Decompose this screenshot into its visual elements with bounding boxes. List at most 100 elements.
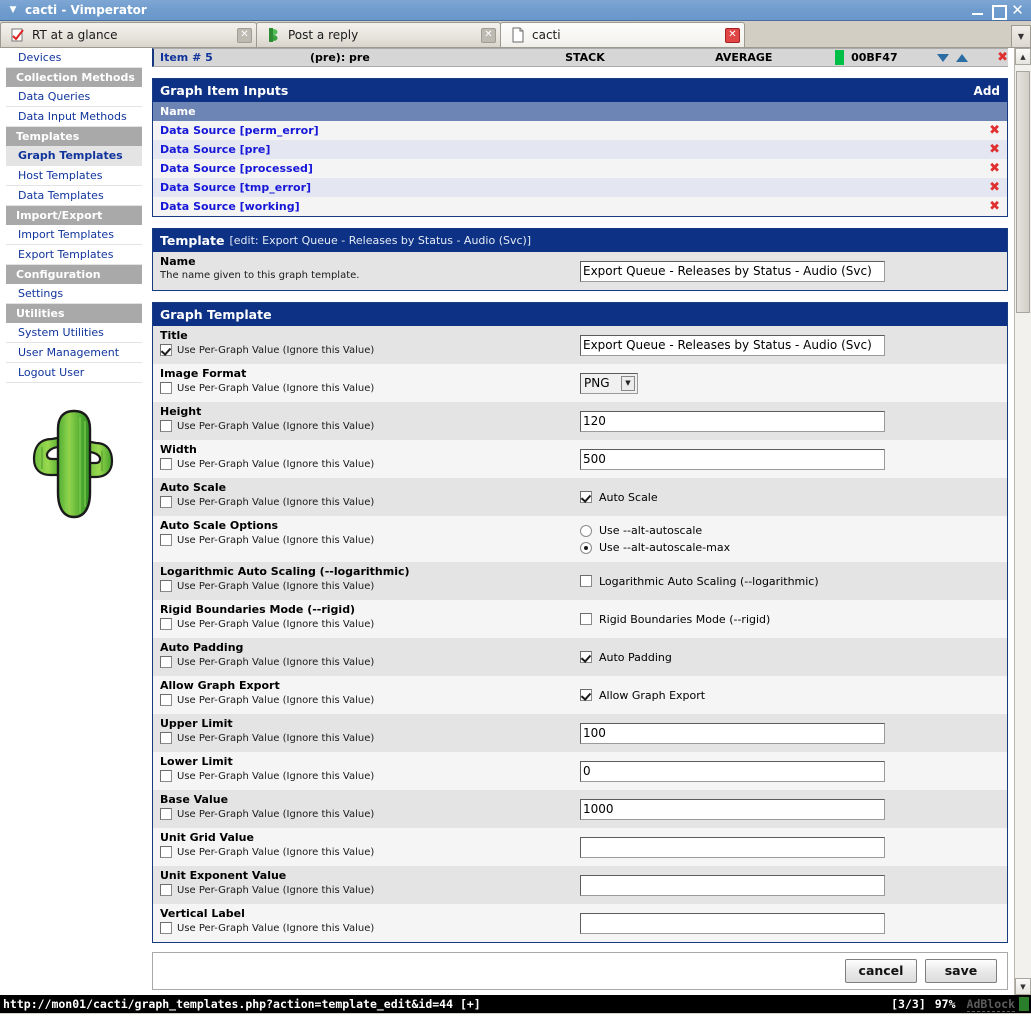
field-label: Rigid Boundaries Mode (--rigid) (160, 603, 356, 616)
field-label: Base Value (160, 793, 229, 806)
sidebar-item-host-templates[interactable]: Host Templates (6, 166, 142, 186)
field-label: Width (160, 443, 197, 456)
sidebar-item-system-utilities[interactable]: System Utilities (6, 323, 142, 343)
delete-x-icon[interactable]: ✖ (989, 143, 1000, 156)
per-graph-value-checkbox[interactable] (160, 770, 172, 782)
sidebar-item-settings[interactable]: Settings (6, 284, 142, 304)
scrollbar-thumb[interactable] (1016, 71, 1030, 313)
data-source-link[interactable]: Data Source [processed] (160, 162, 313, 175)
sidebar-item-data-templates[interactable]: Data Templates (6, 186, 142, 206)
table-row[interactable]: Data Source [tmp_error] ✖ (153, 178, 1007, 197)
sidebar-item-logout-user[interactable]: Logout User (6, 363, 142, 383)
sidebar-item-export-templates[interactable]: Export Templates (6, 245, 142, 265)
tab-cacti[interactable]: cacti ✕ (500, 22, 745, 47)
graph-item-row[interactable]: Item # 5 (pre): pre STACK AVERAGE 00BF47… (152, 48, 1008, 67)
minimize-button[interactable] (971, 4, 984, 17)
adblock-indicator[interactable]: AdBlock (966, 997, 1015, 1012)
image-format-select[interactable]: PNG ▼ (580, 372, 638, 394)
cancel-button[interactable]: cancel (845, 959, 917, 983)
per-graph-value-checkbox[interactable] (160, 534, 172, 546)
sidebar-item-data-input-methods[interactable]: Data Input Methods (6, 107, 142, 127)
delete-x-icon[interactable]: ✖ (997, 51, 1008, 64)
unit-grid-value-input[interactable] (580, 836, 885, 858)
tab-post-a-reply[interactable]: Post a reply ✕ (256, 22, 501, 47)
data-source-link[interactable]: Data Source [working] (160, 200, 300, 213)
per-graph-value-checkbox[interactable] (160, 580, 172, 592)
per-graph-value-checkbox[interactable] (160, 732, 172, 744)
table-row[interactable]: Data Source [working] ✖ (153, 197, 1007, 216)
sidebar-item-data-queries[interactable]: Data Queries (6, 87, 142, 107)
template-panel: Template [edit: Export Queue - Releases … (152, 228, 1008, 291)
field-label: Image Format (160, 367, 247, 380)
scrollbar-track[interactable] (1015, 65, 1031, 978)
auto-scale-checkbox[interactable] (580, 491, 592, 503)
sidebar-item-graph-templates[interactable]: Graph Templates (6, 146, 142, 166)
delete-x-icon[interactable]: ✖ (989, 124, 1000, 137)
logarithmic-checkbox[interactable] (580, 575, 592, 587)
window-title: cacti - Vimperator (25, 3, 147, 17)
cacti-main: Item # 5 (pre): pre STACK AVERAGE 00BF47… (148, 48, 1014, 995)
per-graph-value-checkbox[interactable] (160, 694, 172, 706)
vertical-label-input[interactable] (580, 912, 885, 934)
tab-rt-at-a-glance[interactable]: RT at a glance ✕ (0, 22, 257, 47)
data-source-link[interactable]: Data Source [perm_error] (160, 124, 319, 137)
delete-x-icon[interactable]: ✖ (989, 162, 1000, 175)
graph-item-inputs-panel: Graph Item Inputs Add Name Data Source [… (152, 78, 1008, 217)
window-menu-icon[interactable]: ▼ (6, 3, 20, 17)
table-row[interactable]: Data Source [perm_error] ✖ (153, 121, 1007, 140)
rigid-boundaries-checkbox[interactable] (580, 613, 592, 625)
sidebar-item-user-management[interactable]: User Management (6, 343, 142, 363)
data-source-link[interactable]: Data Source [pre] (160, 143, 270, 156)
sidebar-header-utilities: Utilities (6, 304, 142, 323)
per-graph-value-checkbox[interactable] (160, 846, 172, 858)
alt-autoscale-max-radio[interactable] (580, 541, 592, 554)
per-graph-value-checkbox[interactable] (160, 922, 172, 934)
list-all-tabs-icon[interactable]: ▼ (1011, 25, 1031, 47)
title-input[interactable] (580, 334, 885, 356)
per-graph-value-checkbox[interactable] (160, 808, 172, 820)
field-row-image-format: Image Format Use Per-Graph Value (Ignore… (153, 364, 1007, 402)
per-graph-value-checkbox[interactable] (160, 884, 172, 896)
data-source-link[interactable]: Data Source [tmp_error] (160, 181, 311, 194)
upper-limit-input[interactable] (580, 722, 885, 744)
per-graph-value-checkbox[interactable] (160, 382, 172, 394)
page-scrollbar[interactable]: ▲ ▼ (1014, 48, 1031, 995)
arrow-up-icon[interactable] (956, 53, 969, 62)
base-value-input[interactable] (580, 798, 885, 820)
per-graph-value-checkbox[interactable] (160, 618, 172, 630)
template-name-input[interactable] (580, 260, 885, 282)
sidebar-item-import-templates[interactable]: Import Templates (6, 225, 142, 245)
per-graph-value-checkbox[interactable] (160, 458, 172, 470)
tab-close-button[interactable]: ✕ (237, 27, 252, 43)
add-input-link[interactable]: Add (974, 84, 1000, 98)
close-window-button[interactable]: ✕ (1011, 2, 1024, 17)
scroll-up-button[interactable]: ▲ (1015, 48, 1031, 65)
arrow-down-icon[interactable] (937, 53, 950, 62)
table-row[interactable]: Data Source [pre] ✖ (153, 140, 1007, 159)
template-name-row: Name The name given to this graph templa… (153, 252, 1007, 290)
auto-padding-checkbox[interactable] (580, 651, 592, 663)
table-row[interactable]: Data Source [processed] ✖ (153, 159, 1007, 178)
field-row-vertical-label: Vertical Label Use Per-Graph Value (Igno… (153, 904, 1007, 942)
cactus-logo (32, 409, 113, 519)
allow-graph-export-checkbox[interactable] (580, 689, 592, 701)
unit-exponent-value-input[interactable] (580, 874, 885, 896)
per-graph-value-checkbox[interactable] (160, 656, 172, 668)
lower-limit-input[interactable] (580, 760, 885, 782)
per-graph-value-checkbox[interactable] (160, 496, 172, 508)
alt-autoscale-radio[interactable] (580, 524, 592, 537)
delete-x-icon[interactable]: ✖ (989, 200, 1000, 213)
save-button[interactable]: save (925, 959, 997, 983)
tab-close-button[interactable]: ✕ (481, 27, 496, 43)
per-graph-value-checkbox[interactable] (160, 344, 172, 356)
height-input[interactable] (580, 410, 885, 432)
per-graph-value-checkbox[interactable] (160, 420, 172, 432)
tab-close-button[interactable]: ✕ (725, 27, 740, 43)
sidebar-item-devices[interactable]: Devices (6, 48, 142, 68)
scroll-down-button[interactable]: ▼ (1015, 978, 1031, 995)
width-input[interactable] (580, 448, 885, 470)
per-graph-value-label: Use Per-Graph Value (Ignore this Value) (177, 618, 375, 630)
delete-x-icon[interactable]: ✖ (989, 181, 1000, 194)
graph-item-number[interactable]: Item # 5 (160, 51, 310, 64)
maximize-button[interactable] (991, 4, 1007, 20)
